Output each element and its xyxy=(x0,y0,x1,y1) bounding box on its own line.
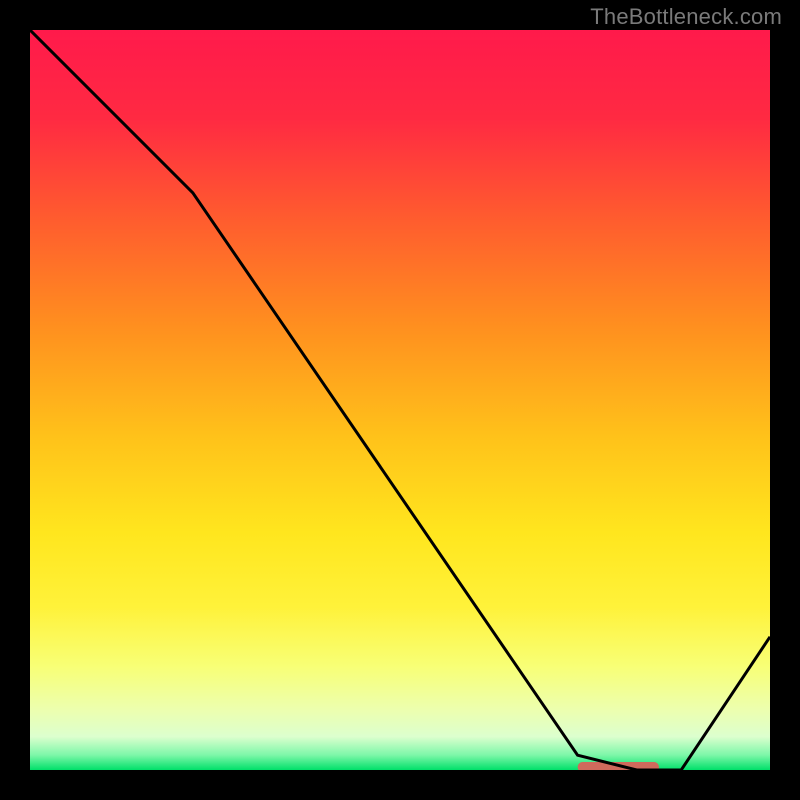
chart-frame: TheBottleneck.com xyxy=(0,0,800,800)
chart-svg xyxy=(30,30,770,770)
watermark-text: TheBottleneck.com xyxy=(590,4,782,30)
plot-area xyxy=(30,30,770,770)
